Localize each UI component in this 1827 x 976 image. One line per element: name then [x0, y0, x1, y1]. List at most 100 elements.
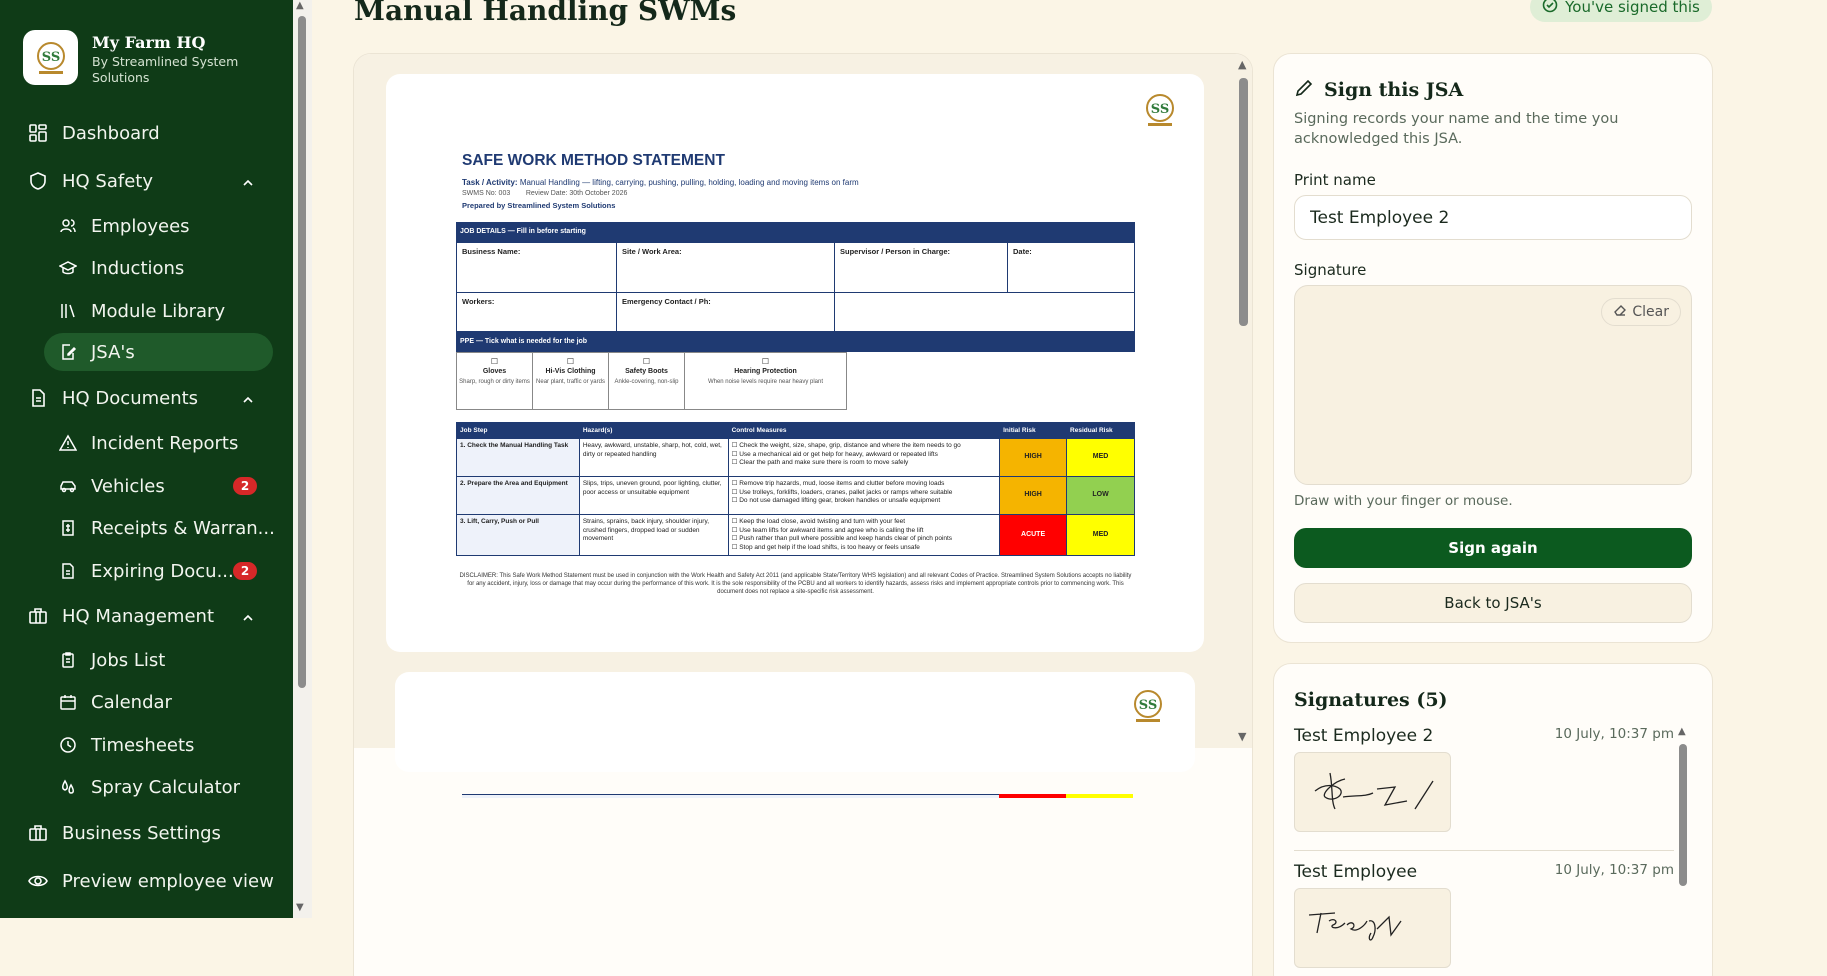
nav-label: Vehicles [91, 475, 165, 497]
ppe-header: PPE — Tick what is needed for the job [456, 332, 1135, 352]
nav-label: Timesheets [91, 734, 195, 756]
sign-again-button[interactable]: Sign again [1294, 528, 1692, 568]
svg-text:SS: SS [1139, 698, 1158, 713]
nav-label: Inductions [91, 257, 185, 279]
nav-expiring-documents[interactable]: Expiring Docu... 2 [0, 552, 293, 590]
document-icon [27, 387, 49, 409]
sidebar-scroll-thumb[interactable] [298, 16, 306, 688]
sign-card: Sign this JSA Signing records your name … [1273, 53, 1713, 643]
nav-spray-calculator[interactable]: Spray Calculator [0, 768, 293, 806]
document-task: Task / Activity: Manual Handling — lifti… [462, 178, 859, 187]
scroll-up-arrow-icon[interactable]: ▲ [1238, 58, 1246, 71]
nav-inductions[interactable]: Inductions [0, 249, 293, 287]
document-scroll-thumb[interactable] [1239, 78, 1248, 326]
nav-receipts[interactable]: Receipts & Warran... [0, 509, 293, 547]
users-icon [57, 215, 79, 237]
job-details-header: JOB DETAILS — Fill in before starting [456, 222, 1135, 242]
nav-employees[interactable]: Employees [0, 207, 293, 245]
nav-business-settings[interactable]: Business Settings [0, 814, 293, 852]
signature-image [1294, 752, 1451, 832]
sidebar: SS My Farm HQ By Streamlined System Solu… [0, 0, 293, 918]
ppe-gloves: ☐ Gloves Sharp, rough or dirty items [456, 352, 533, 410]
signature-image [1294, 888, 1451, 968]
print-name-label: Print name [1294, 171, 1376, 189]
expiring-badge: 2 [233, 562, 257, 580]
document-panel: SS SAFE WORK METHOD STATEMENT Task / Act… [353, 53, 1253, 976]
signature-name: Test Employee [1294, 862, 1418, 882]
nav-dashboard[interactable]: Dashboard [0, 114, 293, 152]
brand[interactable]: SS My Farm HQ By Streamlined System Solu… [23, 30, 252, 86]
ppe-safety-boots: ☐ Safety Boots Ankle-covering, non-slip [608, 352, 685, 410]
table-row: 2. Prepare the Area and Equipment Slips,… [456, 476, 1135, 515]
nav-hq-safety[interactable]: HQ Safety [0, 162, 293, 200]
chevron-up-icon[interactable] [241, 391, 255, 412]
ppe-hi-vis: ☐ Hi-Vis Clothing Near plant, traffic or y… [532, 352, 609, 410]
document-meta: SWMS No: 003 Review Date: 30th October 2… [462, 190, 628, 197]
chevron-up-icon[interactable] [241, 174, 255, 195]
workers-cell: Workers: [456, 292, 617, 332]
scroll-up-arrow-icon[interactable]: ▲ [296, 0, 304, 11]
eraser-icon [1613, 303, 1627, 321]
nav-jobs-list[interactable]: Jobs List [0, 641, 293, 679]
nav-label: Receipts & Warran... [91, 517, 275, 539]
library-icon [57, 300, 79, 322]
briefcase-icon [27, 605, 49, 627]
nav-label: JSA's [91, 341, 135, 363]
signatures-scrollbar[interactable]: ▲ [1676, 726, 1690, 976]
scroll-down-arrow-icon[interactable]: ▼ [1238, 730, 1246, 743]
signed-status-badge: You've signed this [1530, 0, 1712, 22]
supervisor-cell: Supervisor / Person in Charge: [834, 242, 1008, 293]
nav-module-library[interactable]: Module Library [0, 292, 293, 330]
file-edit-icon [57, 341, 79, 363]
sidebar-scrollbar[interactable]: ▲ ▼ [293, 0, 312, 918]
brand-logo: SS [23, 30, 78, 85]
nav-incident-reports[interactable]: Incident Reports [0, 424, 293, 462]
signature-pad[interactable]: Clear [1294, 285, 1692, 485]
document-prepared-by: Prepared by Streamlined System Solutions [462, 201, 616, 210]
nav-timesheets[interactable]: Timesheets [0, 726, 293, 764]
divider [1294, 850, 1674, 851]
signature-label: Signature [1294, 261, 1367, 279]
signature-time: 10 July, 10:37 pm [1554, 862, 1674, 878]
nav-label: Jobs List [91, 649, 166, 671]
document-page-1: SS SAFE WORK METHOD STATEMENT Task / Act… [386, 74, 1204, 652]
clock-icon [57, 734, 79, 756]
nav-label: Business Settings [62, 822, 221, 844]
warning-icon [57, 432, 79, 454]
site-area-cell: Site / Work Area: [616, 242, 835, 293]
scroll-down-arrow-icon[interactable]: ▼ [296, 902, 304, 913]
nav-label: HQ Management [62, 605, 214, 627]
chevron-up-icon[interactable] [241, 609, 255, 630]
nav-hq-documents[interactable]: HQ Documents [0, 379, 293, 417]
nav-vehicles[interactable]: Vehicles 2 [0, 467, 293, 505]
nav-label: HQ Documents [62, 387, 199, 409]
shield-icon [27, 170, 49, 192]
print-name-input[interactable] [1294, 195, 1692, 240]
document-viewer[interactable]: SS SAFE WORK METHOD STATEMENT Task / Act… [354, 54, 1252, 798]
svg-text:SS: SS [1151, 102, 1170, 117]
file-icon [57, 560, 79, 582]
brand-subtitle: By Streamlined System Solutions [92, 54, 239, 85]
page-title: Manual Handling SWMs [354, 0, 737, 27]
ppe-hearing: ☐ Hearing Protection When noise levels req… [684, 352, 847, 410]
nav-calendar[interactable]: Calendar [0, 683, 293, 721]
nav-jsas[interactable]: JSA's [44, 333, 273, 371]
briefcase-icon [27, 822, 49, 844]
dashboard-icon [27, 122, 49, 144]
document-page-2: SS [395, 672, 1195, 798]
page-2-risk-cell [999, 794, 1066, 798]
clear-button[interactable]: Clear [1601, 298, 1681, 326]
scroll-up-arrow-icon[interactable]: ▲ [1678, 726, 1686, 737]
bottom-strip [0, 918, 353, 976]
document-logo: SS [1138, 88, 1182, 132]
signatures-scroll-thumb[interactable] [1679, 744, 1687, 886]
signatures-title: Signatures (5) [1294, 689, 1448, 711]
back-to-jsas-button[interactable]: Back to JSA's [1294, 583, 1692, 623]
document-logo: SS [1126, 684, 1170, 728]
disclaimer: DISCLAIMER: This Safe Work Method Statem… [459, 573, 1132, 595]
nav-hq-management[interactable]: HQ Management [0, 597, 293, 635]
receipt-icon [57, 517, 79, 539]
document-scrollbar[interactable]: ▲ ▼ [1234, 54, 1252, 748]
nav-preview-employee-view[interactable]: Preview employee view [0, 862, 293, 900]
nav-label: Spray Calculator [91, 776, 241, 798]
